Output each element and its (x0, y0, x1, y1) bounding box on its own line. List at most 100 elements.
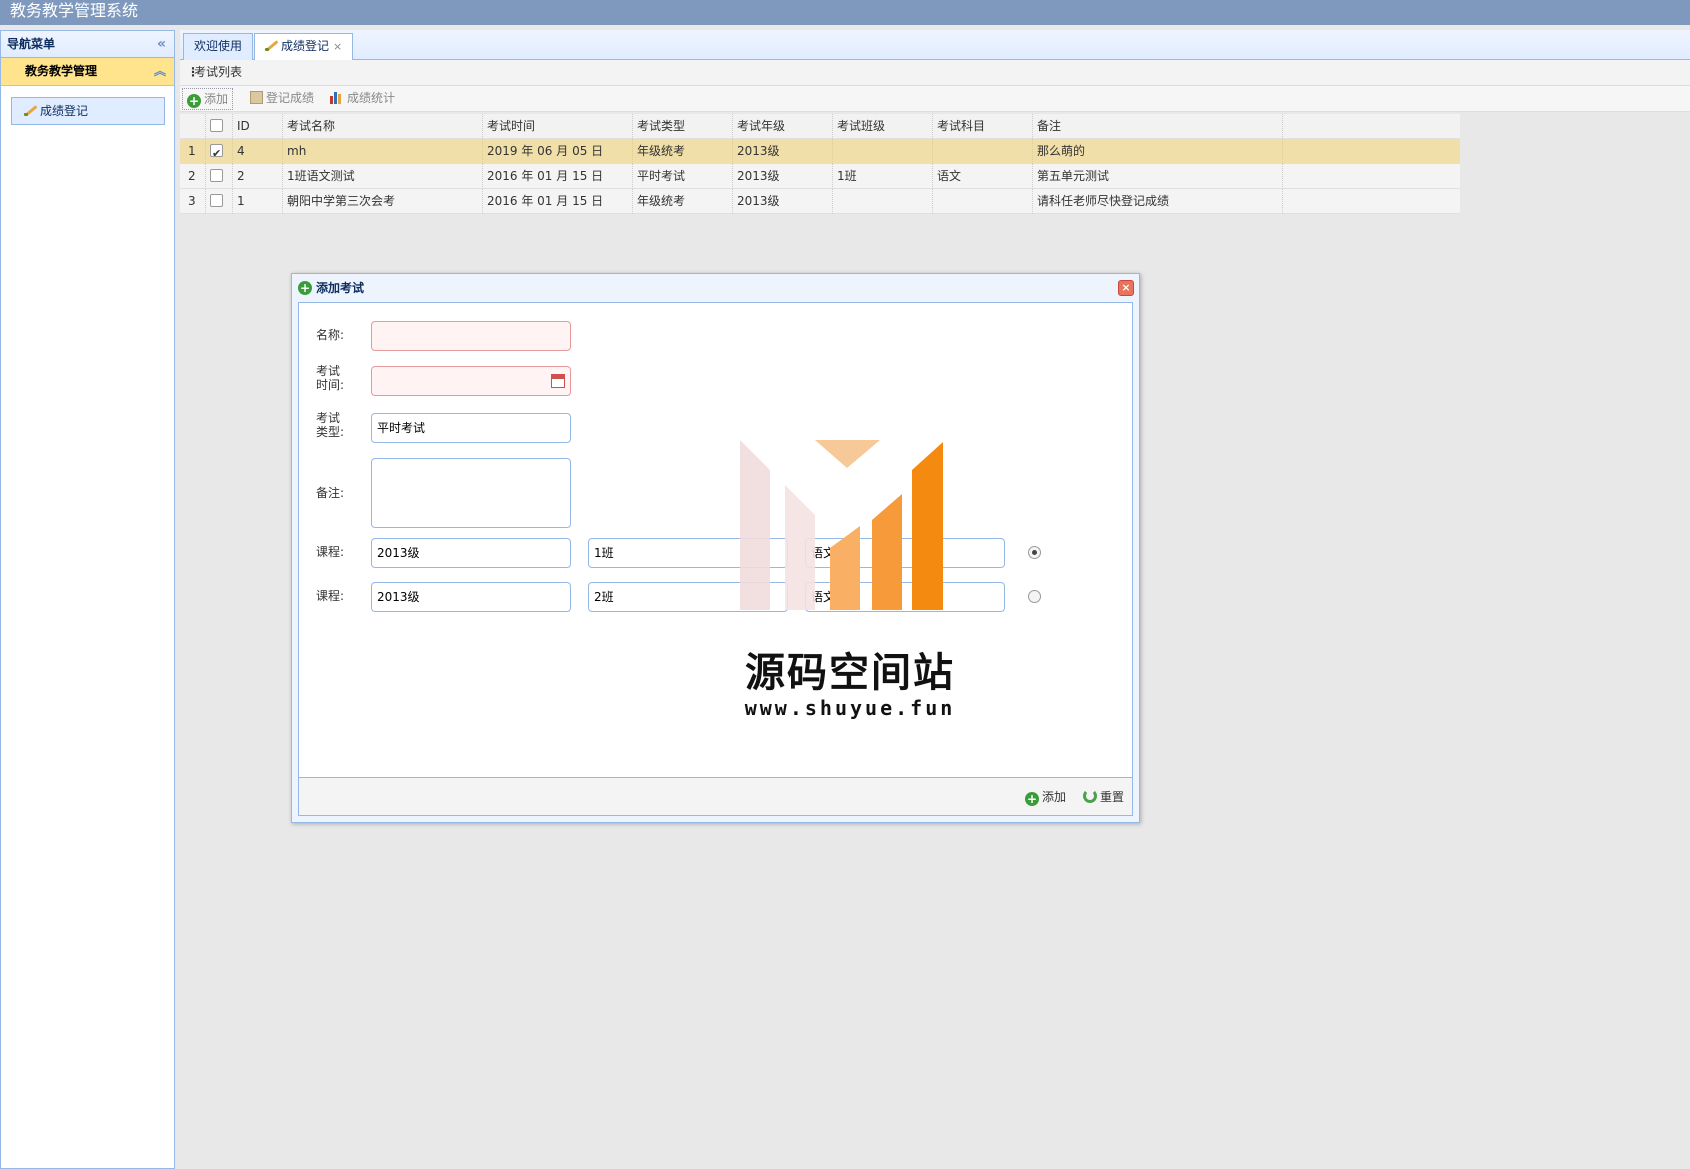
course-grade-select[interactable]: 2013级 (371, 582, 571, 612)
cell-name: mh (283, 139, 483, 164)
panel-title: 考试列表 (180, 60, 1690, 86)
cell-remark: 那么萌的 (1033, 139, 1283, 164)
cell-type: 年级统考 (633, 189, 733, 214)
cell-grade: 2013级 (733, 164, 833, 189)
col-header-type[interactable]: 考试类型 (633, 114, 733, 139)
cell-course: 语文 (933, 164, 1033, 189)
row-checkbox-cell (206, 164, 233, 189)
reload-icon (1083, 789, 1097, 803)
cell-name: 朝阳中学第三次会考 (283, 189, 483, 214)
dialog-reset-label: 重置 (1100, 790, 1125, 804)
exam-time-label-line1: 考试 (316, 364, 341, 378)
select-all-checkbox[interactable] (210, 119, 223, 132)
tab-strip: 欢迎使用 成绩登记 × (180, 30, 1690, 61)
pencil-icon (265, 39, 279, 51)
collapse-left-icon[interactable]: « (157, 31, 166, 57)
dialog-close-button[interactable]: × (1118, 280, 1134, 296)
panel-title-label: 考试列表 (194, 65, 243, 79)
app-title-bar: 教务教学管理系统 (0, 0, 1690, 25)
cell-id: 1 (233, 189, 283, 214)
tab-label: 欢迎使用 (194, 39, 243, 53)
add-button[interactable]: + 添加 (182, 88, 234, 110)
tab-score-register[interactable]: 成绩登记 × (254, 33, 354, 61)
row-number: 1 (180, 139, 206, 164)
toolbar: + 添加 登记成绩 成绩统计 (180, 86, 1690, 112)
row-checkbox[interactable] (210, 194, 223, 207)
col-header-remark[interactable]: 备注 (1033, 114, 1283, 139)
row-number: 2 (180, 164, 206, 189)
sidebar: 导航菜单 « 教务教学管理 ︽ 成绩登记 (0, 30, 175, 1169)
tab-close-icon[interactable]: × (333, 40, 342, 53)
watermark: 源码空间站 www.shuyue.fun (740, 440, 960, 730)
cell-class: 1班 (833, 164, 933, 189)
col-header-grade[interactable]: 考试年级 (733, 114, 833, 139)
course-radio[interactable] (1028, 590, 1041, 603)
add-icon: + (187, 94, 201, 108)
col-header-time[interactable]: 考试时间 (483, 114, 633, 139)
stats-label: 成绩统计 (347, 91, 396, 105)
sidebar-header-label: 导航菜单 (7, 37, 56, 51)
cell-grade: 2013级 (733, 189, 833, 214)
dialog-footer: + 添加 重置 (298, 778, 1133, 816)
dialog-body: 名称: 考试 时间: 考试 类型: 平时考试 备注: 课程: 2013级 1班 … (298, 302, 1133, 778)
add-icon: + (1025, 792, 1039, 806)
course-label: 课程: (316, 589, 345, 603)
dialog-title: 添加考试 (316, 281, 365, 295)
watermark-text: 源码空间站 (745, 650, 955, 696)
name-label: 名称: (316, 328, 345, 342)
edit-icon (250, 91, 263, 104)
tab-welcome[interactable]: 欢迎使用 (183, 33, 254, 60)
cell-remark: 第五单元测试 (1033, 164, 1283, 189)
col-header-id[interactable]: ID (233, 114, 283, 139)
table-row[interactable]: 2 2 1班语文测试 2016 年 01 月 15 日 平时考试 2013级 1… (180, 164, 1460, 189)
exam-time-input[interactable] (371, 366, 571, 396)
remark-textarea[interactable] (371, 458, 571, 528)
course-grade-select[interactable]: 2013级 (371, 538, 571, 568)
row-checkbox[interactable] (210, 142, 223, 164)
row-number-header (180, 114, 206, 139)
sidebar-group-label: 教务教学管理 (25, 64, 98, 78)
exam-time-label-line2: 时间: (316, 378, 345, 392)
chevron-up-icon[interactable]: ︽ (154, 58, 166, 85)
watermark-url: www.shuyue.fun (744, 696, 956, 720)
tab-label: 成绩登记 (281, 39, 330, 53)
select-all-cell (206, 114, 233, 139)
table-row[interactable]: 3 1 朝阳中学第三次会考 2016 年 01 月 15 日 年级统考 2013… (180, 189, 1460, 214)
exam-name-input[interactable] (371, 321, 571, 351)
table-row[interactable]: 1 4 mh 2019 年 06 月 05 日 年级统考 2013级 那么萌的 (180, 139, 1460, 164)
sidebar-item-label: 成绩登记 (40, 104, 89, 118)
cell-id: 2 (233, 164, 283, 189)
calendar-icon[interactable] (551, 374, 565, 388)
dialog-reset-button[interactable]: 重置 (1083, 788, 1124, 805)
course-label: 课程: (316, 545, 345, 559)
remark-label: 备注: (316, 486, 345, 500)
cell-type: 年级统考 (633, 139, 733, 164)
pencil-icon (24, 104, 38, 116)
col-header-name[interactable]: 考试名称 (283, 114, 483, 139)
cell-name: 1班语文测试 (283, 164, 483, 189)
cell-id: 4 (233, 139, 283, 164)
col-header-class[interactable]: 考试班级 (833, 114, 933, 139)
cell-course (933, 189, 1033, 214)
dialog-add-button[interactable]: + 添加 (1025, 788, 1066, 806)
exam-type-select[interactable]: 平时考试 (371, 413, 571, 443)
app-title: 教务教学管理系统 (10, 1, 139, 20)
sidebar-group-header[interactable]: 教务教学管理 ︽ (1, 58, 174, 86)
cell-type: 平时考试 (633, 164, 733, 189)
course-radio[interactable] (1028, 546, 1041, 559)
add-icon: + (298, 281, 312, 295)
sidebar-item-score-register[interactable]: 成绩登记 (11, 97, 165, 125)
register-score-button[interactable]: 登记成绩 (246, 88, 318, 110)
exam-type-label-line2: 类型: (316, 425, 345, 439)
dialog-add-label: 添加 (1042, 790, 1067, 804)
dialog-header[interactable]: + 添加考试 × (292, 274, 1139, 302)
exam-table: ID 考试名称 考试时间 考试类型 考试年级 考试班级 考试科目 备注 1 4 … (180, 114, 1460, 214)
score-stats-button[interactable]: 成绩统计 (326, 88, 399, 110)
table-header: ID 考试名称 考试时间 考试类型 考试年级 考试班级 考试科目 备注 (180, 114, 1460, 139)
exam-type-label: 考试 类型: (316, 411, 356, 439)
row-checkbox[interactable] (210, 169, 223, 182)
col-header-course[interactable]: 考试科目 (933, 114, 1033, 139)
bar-chart-icon (330, 91, 344, 104)
row-checkbox-cell (206, 189, 233, 214)
cell-course (933, 139, 1033, 164)
